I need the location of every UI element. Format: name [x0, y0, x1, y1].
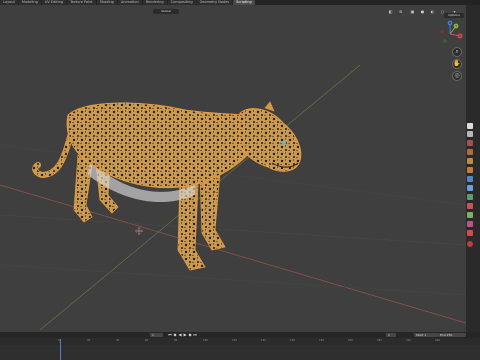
3d-viewport[interactable]	[0, 5, 466, 332]
constraint-properties-icon[interactable]	[467, 203, 473, 209]
scene-properties-icon[interactable]	[467, 149, 473, 155]
texture-properties-icon[interactable]	[467, 230, 473, 236]
end-frame-field[interactable]: End 250	[438, 333, 466, 337]
pan-hand-icon[interactable]: ✋	[452, 59, 462, 69]
material-properties-icon[interactable]	[467, 221, 473, 227]
play-icon[interactable]: ▶	[183, 333, 187, 337]
tick-label: 240	[406, 339, 411, 342]
overlay-icon[interactable]: ⊚	[398, 9, 403, 14]
tick-label: 180	[319, 339, 324, 342]
leopard-model[interactable]	[32, 101, 302, 271]
tick-label: 220	[377, 339, 382, 342]
prev-keyframe-icon[interactable]: ◆	[173, 333, 177, 337]
tick-label: 120	[232, 339, 237, 342]
start-frame-value: 1	[424, 333, 427, 337]
timeline-track[interactable]	[0, 345, 480, 360]
start-frame-label: Start	[416, 333, 424, 337]
modifier-properties-icon[interactable]	[467, 176, 473, 182]
playhead[interactable]	[60, 339, 61, 360]
world-properties-icon[interactable]	[467, 158, 473, 164]
3d-cursor	[135, 227, 143, 235]
output-properties-icon[interactable]	[467, 140, 473, 146]
frame-field[interactable]: 1	[386, 333, 396, 337]
material-shading-icon[interactable]: ◐	[430, 9, 435, 14]
play-reverse-icon[interactable]: ◀	[178, 333, 182, 337]
start-frame-field[interactable]: Start 1	[414, 333, 438, 337]
next-keyframe-icon[interactable]: ◆	[188, 333, 192, 337]
end-frame-label: End	[440, 333, 446, 337]
tool-properties-icon[interactable]	[467, 123, 473, 129]
tick-label: 200	[348, 339, 353, 342]
object-properties-icon[interactable]	[467, 167, 473, 173]
camera-icon[interactable]: ◎	[452, 71, 462, 81]
transform-orientation-select[interactable]: Global	[153, 9, 179, 14]
view-icon[interactable]: ◧	[388, 9, 393, 14]
tick-label: 80	[174, 339, 178, 342]
x-axis-line	[0, 184, 466, 324]
tick-label: 60	[145, 339, 149, 342]
xray-icon[interactable]: ▣	[410, 9, 415, 14]
y-axis-line	[39, 64, 361, 331]
shader-properties-icon[interactable]	[467, 241, 473, 247]
playback-controls	[0, 332, 480, 338]
tick-label: 20	[87, 339, 91, 342]
grid-line	[0, 264, 466, 296]
current-frame-field[interactable]: 1	[150, 333, 163, 337]
rewind-icon[interactable]: ⏮	[168, 333, 172, 337]
end-frame-value: 250	[446, 333, 453, 337]
tick-label: 100	[203, 339, 208, 342]
gizmo-z-label: Z	[449, 21, 451, 25]
tick-label: 40	[116, 339, 120, 342]
solid-shading-icon[interactable]: ●	[420, 9, 425, 14]
particle-properties-icon[interactable]	[467, 185, 473, 191]
physics-properties-icon[interactable]	[467, 194, 473, 200]
gizmo-y-label: Y	[455, 24, 457, 28]
viewport-header: Global ◧ ⊚ ▣ ● ◐ ○ ▾	[0, 7, 466, 16]
render-properties-icon[interactable]	[467, 131, 473, 137]
zoom-icon[interactable]: ⌕	[452, 47, 462, 57]
grid-line	[0, 214, 466, 246]
viewport-canvas[interactable]	[0, 5, 466, 332]
gizmo-x-label: X	[459, 34, 461, 38]
options-button[interactable]: Options	[444, 13, 464, 18]
navigation-gizmo[interactable]: X Y Z	[436, 20, 464, 48]
tick-label: 260	[435, 339, 440, 342]
fast-forward-icon[interactable]: ⏭	[193, 333, 197, 337]
data-properties-icon[interactable]	[467, 212, 473, 218]
tick-label: 140	[261, 339, 266, 342]
tick-label: 160	[290, 339, 295, 342]
